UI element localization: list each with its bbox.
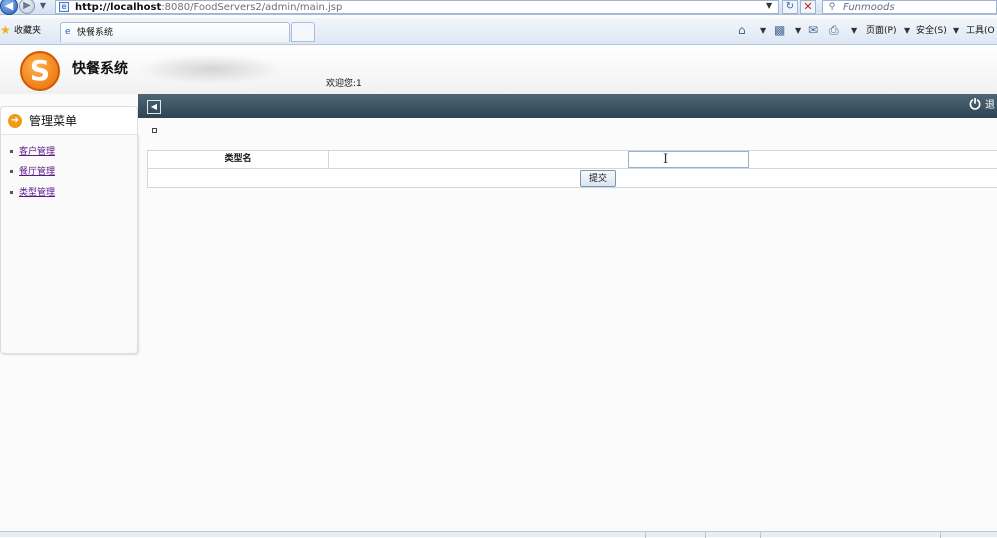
page-icon: e [59,2,69,12]
type-form: 类型名 I 提交 [147,150,997,188]
form-row: 类型名 I [148,151,997,169]
search-placeholder: Funmoods [843,2,895,13]
text-cursor-icon: I [663,152,669,167]
header-decoration [138,54,283,84]
app-header: S 快餐系统 欢迎您:1 [0,46,997,94]
logout-button[interactable]: 退 [985,99,995,113]
sidebar-header: ➜ 管理菜单 [0,106,138,134]
logo-icon: S [20,51,60,91]
sidebar-title: 管理菜单 [29,114,78,128]
sidebar-item-label[interactable]: 餐厅管理 [19,167,55,177]
bullet-icon [10,170,13,173]
status-separator [645,532,646,538]
breadcrumb-marker [152,128,157,133]
page-menu[interactable]: 页面(P) [866,25,896,37]
browser-address-bar: ◀ ▶ ▼ e http://localhost:8080/FoodServer… [0,0,997,15]
power-icon[interactable]: ⏻ [967,97,983,113]
favorites-button[interactable]: 收藏夹 [14,25,41,37]
url-field[interactable]: e http://localhost:8080/FoodServers2/adm… [55,0,779,14]
tab-title: 快餐系统 [77,28,114,38]
bullet-icon [10,150,13,153]
status-separator [940,532,941,538]
sidebar-item-label[interactable]: 类型管理 [19,188,55,198]
sidebar-item-customers[interactable]: 客户管理 [10,146,55,158]
submit-button[interactable]: 提交 [580,170,616,187]
tab-page-icon: e [65,27,71,37]
safety-menu[interactable]: 安全(S) [916,25,947,37]
home-dropdown-icon[interactable]: ▼ [760,25,766,37]
stop-icon[interactable]: ✕ [800,0,816,14]
rss-feed-icon[interactable]: ▩ [774,23,785,37]
page-dropdown-icon[interactable]: ▼ [904,25,910,37]
back-arrow-icon[interactable]: ◀ [0,0,18,15]
app-title: 快餐系统 [72,61,128,77]
search-input[interactable]: ⚲ Funmoods [822,0,997,14]
sidebar-item-types[interactable]: 类型管理 [10,187,55,199]
forward-arrow-icon[interactable]: ▶ [19,0,35,14]
status-separator [705,532,706,538]
browser-tab[interactable]: e 快餐系统 [60,22,290,42]
welcome-text: 欢迎您:1 [326,79,362,89]
favorites-star-icon[interactable]: ★ [0,24,12,36]
print-icon[interactable]: ⎙ [829,23,839,37]
safety-dropdown-icon[interactable]: ▼ [953,25,959,37]
refresh-icon[interactable]: ↻ [782,0,798,14]
main-toolbar: ◀ ⏻ 退 [138,94,997,118]
feed-dropdown-icon[interactable]: ▼ [795,25,801,37]
type-name-label: 类型名 [148,151,329,169]
tools-menu[interactable]: 工具(O [966,25,995,37]
browser-tab-bar: ★ 收藏夹 e 快餐系统 ⌂ ▼ ▩ ▼ ✉ ⎙ ▼ 页面(P) ▼ 安全(S)… [0,18,997,45]
arrow-right-icon: ➜ [8,114,22,128]
sidebar-item-restaurants[interactable]: 餐厅管理 [10,166,55,178]
new-tab-button[interactable] [291,22,315,42]
collapse-sidebar-icon[interactable]: ◀ [147,100,161,114]
status-separator [760,532,761,538]
search-icon: ⚲ [828,2,836,12]
url-text[interactable]: http://localhost:8080/FoodServers2/admin… [75,1,342,14]
bullet-icon [10,191,13,194]
sidebar-menu: 客户管理 餐厅管理 类型管理 [0,134,138,354]
sidebar-item-label[interactable]: 客户管理 [19,147,55,157]
print-dropdown-icon[interactable]: ▼ [851,25,857,37]
history-dropdown-icon[interactable]: ▼ [38,1,48,11]
home-icon[interactable]: ⌂ [738,23,746,37]
type-name-input[interactable] [628,151,749,168]
browser-status-bar [0,531,997,538]
url-dropdown-icon[interactable]: ▼ [766,1,772,10]
mail-icon[interactable]: ✉ [808,23,818,37]
